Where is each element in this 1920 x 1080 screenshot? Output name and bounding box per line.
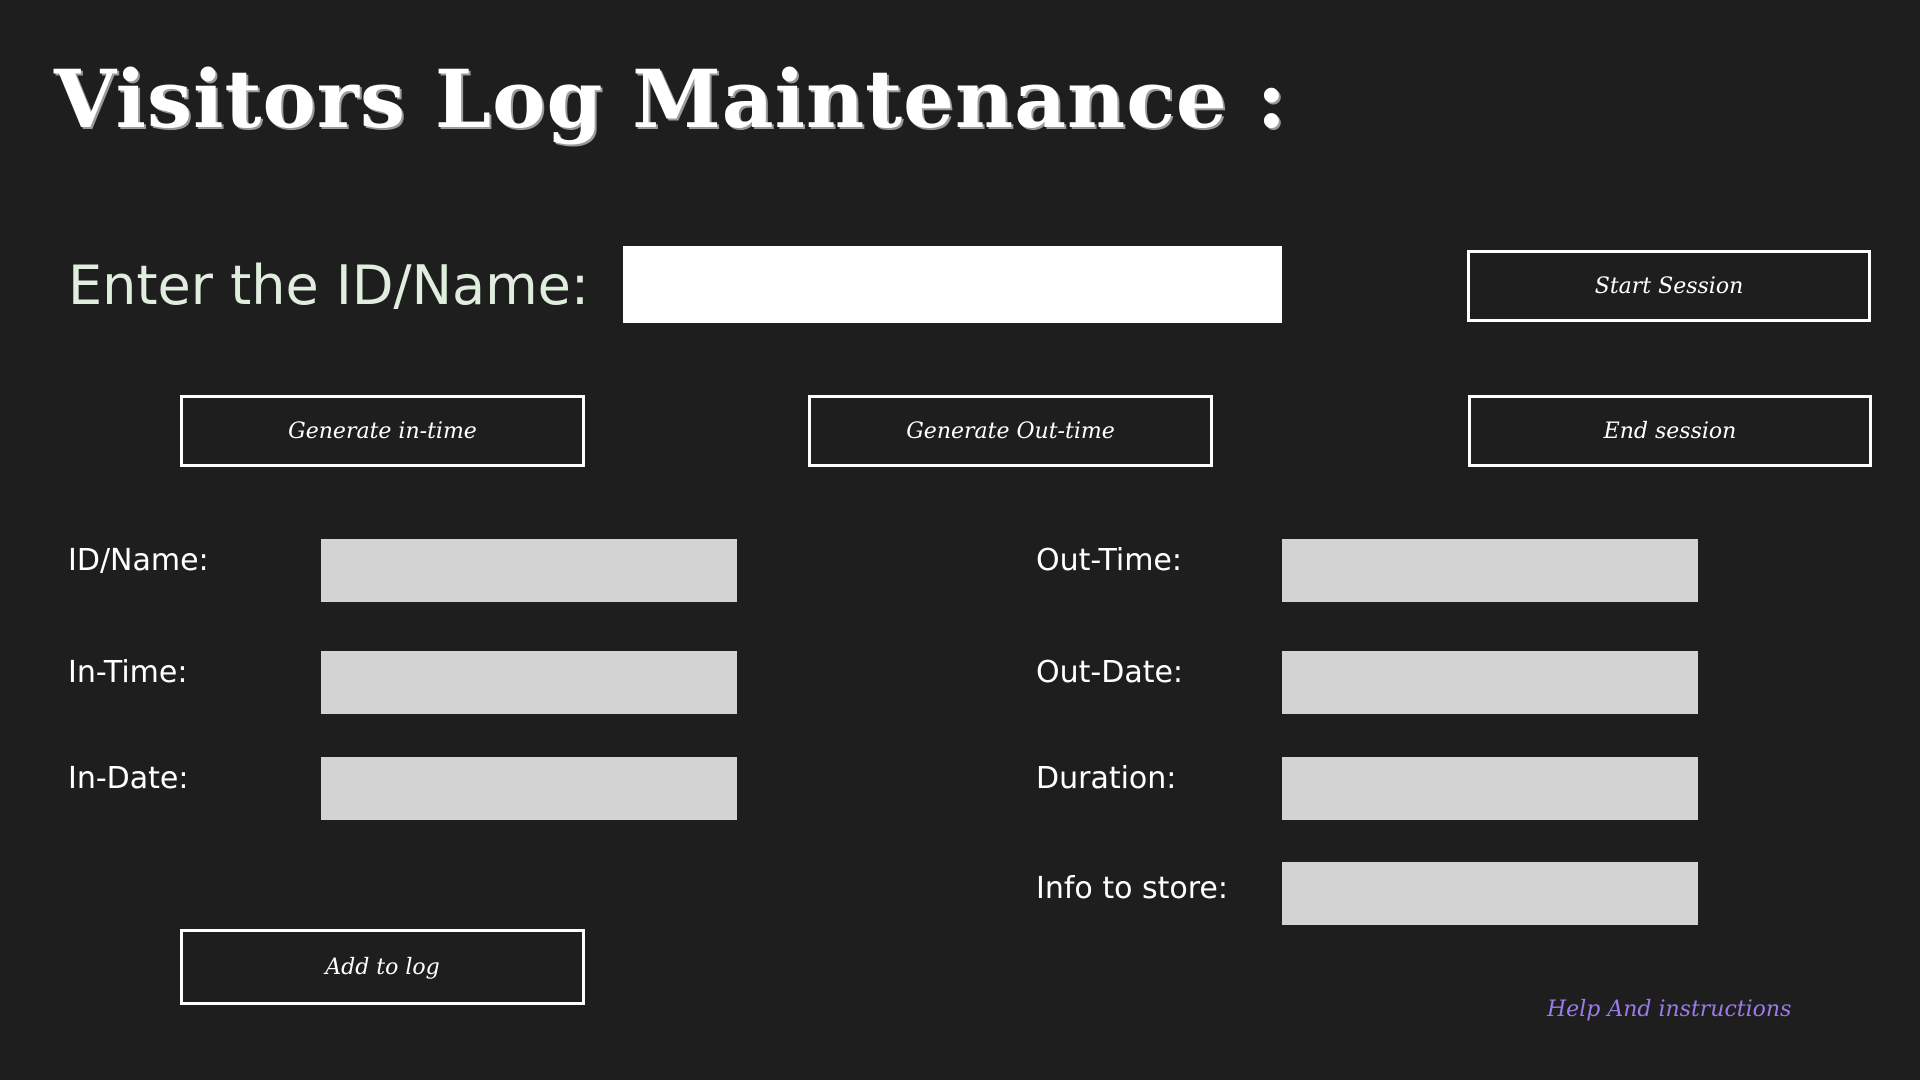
in-time-label: In-Time: <box>68 655 188 690</box>
generate-in-time-button[interactable]: Generate in-time <box>180 395 585 467</box>
id-name-label: ID/Name: <box>68 543 209 578</box>
duration-label: Duration: <box>1036 761 1177 796</box>
in-date-field[interactable] <box>321 757 737 820</box>
start-session-button[interactable]: Start Session <box>1467 250 1871 322</box>
info-to-store-label: Info to store: <box>1036 871 1228 906</box>
out-date-field[interactable] <box>1282 651 1698 714</box>
id-name-entry-input[interactable] <box>623 246 1282 323</box>
out-time-label: Out-Time: <box>1036 543 1182 578</box>
id-name-field[interactable] <box>321 539 737 602</box>
out-time-field[interactable] <box>1282 539 1698 602</box>
info-to-store-field[interactable] <box>1282 862 1698 925</box>
id-name-entry-label: Enter the ID/Name: <box>68 254 590 317</box>
help-instructions-link[interactable]: Help And instructions <box>1547 994 1791 1026</box>
in-date-label: In-Date: <box>68 761 189 796</box>
generate-out-time-button[interactable]: Generate Out-time <box>808 395 1213 467</box>
add-to-log-button[interactable]: Add to log <box>180 929 585 1005</box>
out-date-label: Out-Date: <box>1036 655 1184 690</box>
page-title: Visitors Log Maintenance : <box>54 52 1288 146</box>
in-time-field[interactable] <box>321 651 737 714</box>
duration-field[interactable] <box>1282 757 1698 820</box>
end-session-button[interactable]: End session <box>1468 395 1872 467</box>
